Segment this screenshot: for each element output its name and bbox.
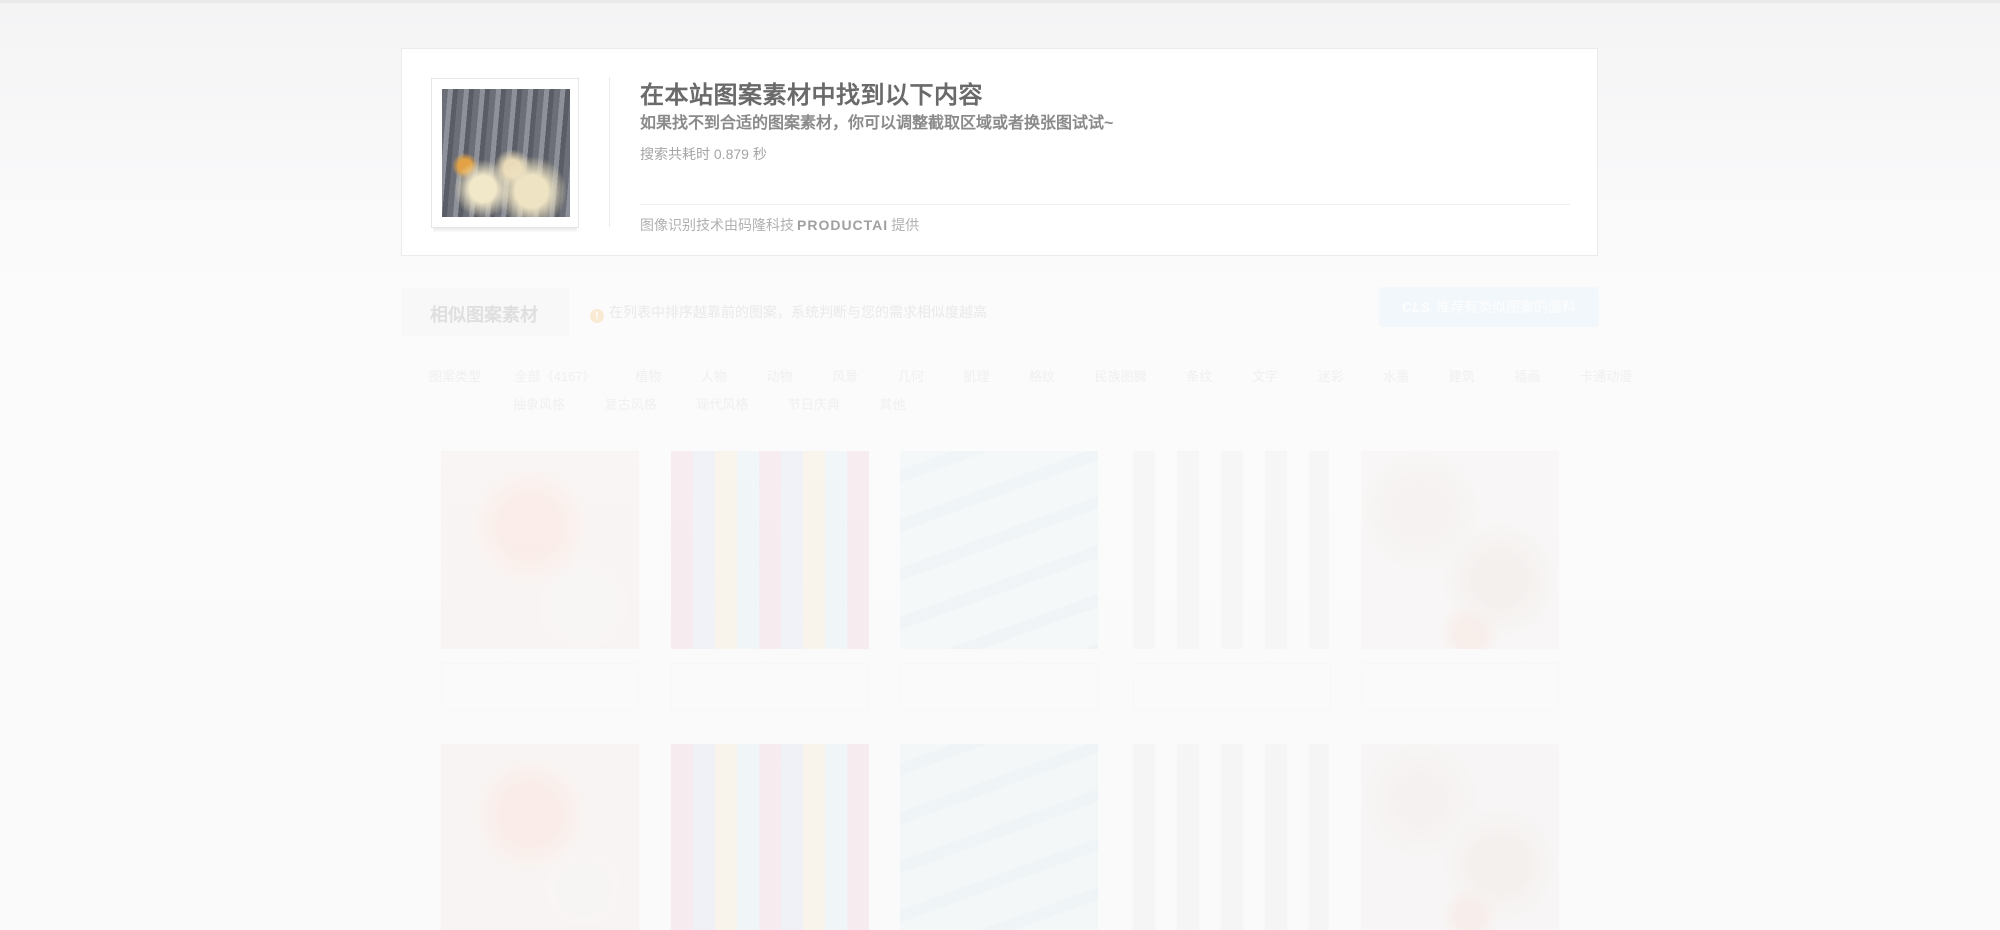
filter-item[interactable]: 条纹	[1186, 369, 1212, 384]
tab-similar-patterns[interactable]: 相似图案素材	[401, 288, 569, 336]
filter-item[interactable]: 格纹	[1029, 369, 1055, 384]
filter-item[interactable]: 插画	[1515, 369, 1541, 384]
provider-prefix: 图像识别技术由码隆科技	[640, 217, 794, 233]
filter-item[interactable]: 建筑	[1449, 369, 1475, 384]
filter-item[interactable]: 迷彩	[1318, 369, 1344, 384]
pattern-caption	[1133, 663, 1331, 711]
similarity-notice: ! 在列表中排序越靠前的图案，系统判断与您的需求相似度越高	[590, 302, 987, 323]
search-time: 搜索共耗时 0.879 秒	[640, 146, 767, 162]
section-title: 相似图案素材	[430, 305, 538, 325]
top-border	[0, 0, 2000, 3]
pattern-thumbnail[interactable]	[671, 451, 869, 649]
pattern-caption	[1361, 663, 1559, 711]
filter-item[interactable]: 其他	[880, 397, 906, 412]
filter-item[interactable]: 民族图腾	[1095, 369, 1147, 384]
filter-item[interactable]: 动物	[766, 369, 792, 384]
filter-item[interactable]: 几何	[898, 369, 924, 384]
pattern-caption	[671, 663, 869, 711]
filter-item[interactable]: 现代风格	[696, 397, 748, 412]
result-title: 在本站图案素材中找到以下内容	[640, 82, 983, 109]
search-result-card: 在本站图案素材中找到以下内容 如果找不到合适的图案素材，你可以调整截取区域或者换…	[401, 48, 1598, 256]
filter-item[interactable]: 卡通动漫	[1580, 369, 1632, 384]
filter-label: 图案类型	[429, 369, 482, 384]
filter-item[interactable]: 节日庆典	[788, 397, 840, 412]
horizontal-divider	[640, 204, 1570, 205]
pattern-thumbnail[interactable]	[671, 744, 869, 930]
pattern-thumbnail[interactable]	[900, 744, 1098, 930]
recommend-label: 推荐有类似图案的面料	[1436, 299, 1576, 315]
filter-item[interactable]: 人物	[701, 369, 727, 384]
cls-logo-icon: CLS	[1402, 299, 1430, 315]
filter-item[interactable]: 植物	[635, 369, 661, 384]
filter-item[interactable]: 文字	[1252, 369, 1278, 384]
info-icon: !	[590, 309, 604, 323]
filter-item[interactable]: 水墨	[1383, 369, 1409, 384]
pattern-thumbnail[interactable]	[1361, 744, 1559, 930]
recommend-fabric-button[interactable]: CLS 推荐有类似图案的面料	[1379, 287, 1599, 327]
productai-logo[interactable]: PRODUCTAI	[797, 217, 888, 233]
pattern-thumbnail[interactable]	[1133, 451, 1329, 649]
filter-row-1: 图案类型 全部（4167） 植物 人物 动物 风景 几何 肌理 格纹 民族图腾 …	[429, 366, 1668, 385]
vertical-divider	[609, 77, 610, 227]
result-subtitle: 如果找不到合适的图案素材，你可以调整截取区域或者换张图试试~	[640, 115, 1114, 132]
pattern-caption	[441, 663, 639, 711]
filter-item[interactable]: 抽象风格	[513, 397, 565, 412]
query-image-shadow	[433, 227, 577, 233]
notice-text: 在列表中排序越靠前的图案，系统判断与您的需求相似度越高	[609, 304, 987, 320]
filter-item[interactable]: 全部（4167）	[515, 369, 596, 384]
provider-suffix: 提供	[891, 217, 920, 233]
pattern-thumbnail[interactable]	[900, 451, 1098, 649]
filter-item[interactable]: 复古风格	[605, 397, 657, 412]
filter-row-2: 抽象风格 复古风格 现代风格 节日庆典 其他	[513, 394, 942, 413]
pattern-caption	[900, 663, 1098, 711]
pattern-thumbnail[interactable]	[1361, 451, 1559, 649]
query-image-frame[interactable]	[431, 78, 579, 228]
query-image	[442, 89, 570, 217]
filter-item[interactable]: 肌理	[963, 369, 989, 384]
pattern-thumbnail[interactable]	[441, 451, 639, 649]
pattern-thumbnail[interactable]	[1133, 744, 1329, 930]
filter-item[interactable]: 风景	[832, 369, 858, 384]
pattern-thumbnail[interactable]	[441, 744, 639, 930]
provider-credit: 图像识别技术由码隆科技 PRODUCTAI 提供	[640, 215, 919, 235]
